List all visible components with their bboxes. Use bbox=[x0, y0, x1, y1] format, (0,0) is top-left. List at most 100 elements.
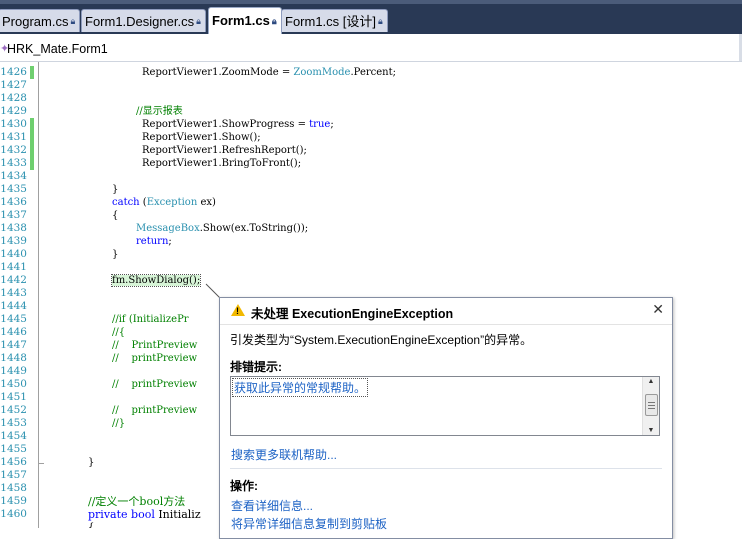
line-number: 1452 bbox=[0, 404, 27, 416]
type-navigation-bar[interactable]: ✦ HRK_Mate.Form1 bbox=[0, 34, 742, 62]
tab-label: Program.cs bbox=[2, 14, 69, 29]
line-number: 1455 bbox=[0, 443, 27, 455]
tips-heading: 排错提示: bbox=[230, 360, 282, 374]
code-comment: // printPreview bbox=[112, 353, 198, 364]
tab-form1-designer-cs[interactable]: Form1.Designer.cs 🔒︎ bbox=[81, 9, 206, 32]
grip-line bbox=[648, 402, 655, 403]
line-number: 1441 bbox=[0, 261, 27, 273]
tab-label: Form1.Designer.cs bbox=[85, 14, 195, 29]
lock-icon: 🔒︎ bbox=[378, 16, 383, 26]
code-line: } bbox=[112, 184, 119, 195]
code-line: { bbox=[112, 210, 119, 221]
line-number: 1447 bbox=[0, 339, 27, 351]
line-number: 1445 bbox=[0, 313, 27, 325]
line-number: 1453 bbox=[0, 417, 27, 429]
line-number: 1436 bbox=[0, 196, 27, 208]
dialog-title-bar: ! 未处理 ExecutionEngineException ✕ bbox=[220, 298, 672, 325]
tab-form1-cs[interactable]: Form1.cs 🔒︎ bbox=[208, 7, 282, 34]
code-line: ReportViewer1.BringToFront(); bbox=[142, 158, 302, 169]
code-line: return; bbox=[136, 236, 172, 247]
change-marker bbox=[30, 66, 34, 79]
scroll-thumb[interactable] bbox=[645, 394, 658, 416]
line-number: 1428 bbox=[0, 92, 27, 104]
line-number: 1446 bbox=[0, 326, 27, 338]
code-line: MessageBox.Show(ex.ToString()); bbox=[136, 223, 309, 234]
code-line: ReportViewer1.RefreshReport(); bbox=[142, 145, 307, 156]
line-number: 1435 bbox=[0, 183, 27, 195]
line-number: 1448 bbox=[0, 352, 27, 364]
code-comment: //定义一个bool方法 bbox=[88, 495, 186, 508]
line-number: 1459 bbox=[0, 495, 27, 507]
line-number: 1434 bbox=[0, 170, 27, 182]
dialog-title: 未处理 ExecutionEngineException bbox=[251, 307, 454, 321]
line-number: 1427 bbox=[0, 79, 27, 91]
code-comment: //显示报表 bbox=[136, 106, 183, 117]
line-number: 1439 bbox=[0, 235, 27, 247]
tab-form1-cs-design[interactable]: Form1.cs [设计] 🔒︎ bbox=[281, 9, 388, 32]
tab-program-cs[interactable]: Program.cs 🔒︎ bbox=[0, 9, 81, 32]
line-number: 1437 bbox=[0, 209, 27, 221]
line-number: 1440 bbox=[0, 248, 27, 260]
code-line: { bbox=[88, 522, 95, 528]
scroll-up-icon[interactable]: ▲ bbox=[643, 378, 659, 385]
line-number: 1444 bbox=[0, 300, 27, 312]
troubleshooting-tips-list[interactable]: 获取此异常的常规帮助。 ▲ ▼ bbox=[230, 376, 660, 436]
code-comment: //if (InitializePr bbox=[112, 314, 189, 325]
line-number: 1451 bbox=[0, 391, 27, 403]
tips-scrollbar[interactable]: ▲ ▼ bbox=[642, 377, 659, 435]
change-marker bbox=[30, 118, 34, 170]
line-number: 1450 bbox=[0, 378, 27, 390]
line-number: 1458 bbox=[0, 482, 27, 494]
code-line: ReportViewer1.ShowProgress = true; bbox=[142, 119, 334, 130]
line-number: 1457 bbox=[0, 469, 27, 481]
outline-tick bbox=[38, 463, 44, 464]
line-number: 1431 bbox=[0, 131, 27, 143]
actions-heading: 操作: bbox=[230, 479, 258, 493]
line-number: 1438 bbox=[0, 222, 27, 234]
current-statement-highlight: fm.ShowDialog(); bbox=[110, 274, 202, 287]
warning-icon-mark: ! bbox=[236, 306, 239, 316]
code-line: fm.ShowDialog(); bbox=[110, 274, 202, 287]
grip-line bbox=[648, 408, 655, 409]
code-line: private bool Initializ bbox=[88, 508, 201, 521]
line-number: 1456 bbox=[0, 456, 27, 468]
exception-assistant-dialog: ! 未处理 ExecutionEngineException ✕ 引发类型为“S… bbox=[219, 297, 673, 539]
search-online-help-link[interactable]: 搜索更多联机帮助... bbox=[231, 446, 337, 463]
lock-icon: 🔒︎ bbox=[196, 16, 201, 26]
code-line: ReportViewer1.ZoomMode = ZoomMode.Percen… bbox=[142, 67, 396, 78]
scroll-down-icon[interactable]: ▼ bbox=[643, 427, 659, 434]
line-number: 1430 bbox=[0, 118, 27, 130]
line-number: 1426 bbox=[0, 66, 27, 78]
line-number: 1449 bbox=[0, 365, 27, 377]
code-line: } bbox=[112, 249, 119, 260]
line-number: 1432 bbox=[0, 144, 27, 156]
code-comment: // printPreview bbox=[112, 379, 198, 390]
outline-line bbox=[38, 62, 39, 528]
tab-label: Form1.cs [设计] bbox=[285, 14, 377, 29]
tab-label: Form1.cs bbox=[212, 13, 270, 28]
document-tab-bar: Program.cs 🔒︎ Form1.Designer.cs 🔒︎ Form1.c… bbox=[0, 0, 742, 34]
code-line: catch (Exception ex) bbox=[112, 197, 216, 208]
line-number: 1433 bbox=[0, 157, 27, 169]
line-number: 1443 bbox=[0, 287, 27, 299]
line-number: 1442 bbox=[0, 274, 27, 286]
copy-details-link[interactable]: 将异常详细信息复制到剪贴板 bbox=[231, 515, 387, 532]
code-comment: //{ bbox=[112, 327, 126, 338]
exception-message: 引发类型为“System.ExecutionEngineException”的异… bbox=[230, 333, 533, 347]
line-number: 1460 bbox=[0, 508, 27, 520]
lock-icon: 🔒︎ bbox=[271, 16, 277, 26]
line-number-gutter: 1426 1427 1428 1429 1430 1431 1432 1433 … bbox=[0, 62, 28, 528]
lock-icon: 🔒︎ bbox=[70, 16, 76, 26]
code-comment: // printPreview bbox=[112, 405, 198, 416]
code-comment: // PrintPreview bbox=[112, 340, 198, 351]
tab-bar-strip bbox=[0, 0, 742, 4]
code-comment: //} bbox=[112, 418, 126, 429]
view-details-link[interactable]: 查看详细信息... bbox=[231, 497, 313, 514]
code-line: ReportViewer1.Show(); bbox=[142, 132, 261, 143]
line-number: 1429 bbox=[0, 105, 27, 117]
type-dropdown-label: HRK_Mate.Form1 bbox=[7, 42, 108, 56]
line-number: 1454 bbox=[0, 430, 27, 442]
close-icon[interactable]: ✕ bbox=[652, 301, 664, 318]
grip-line bbox=[648, 405, 655, 406]
tip-link[interactable]: 获取此异常的常规帮助。 bbox=[231, 378, 369, 397]
